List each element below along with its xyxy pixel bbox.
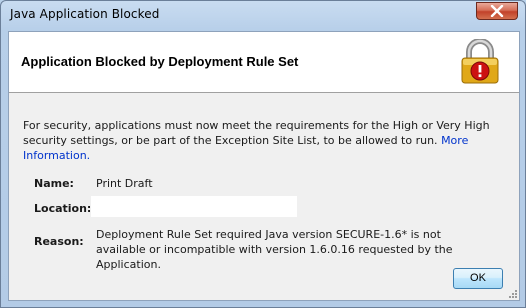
- name-value: Print Draft: [96, 177, 153, 190]
- close-icon: [490, 5, 504, 17]
- reason-label: Reason:: [34, 235, 84, 248]
- location-label: Location:: [34, 202, 92, 215]
- padlock-warning-icon: [461, 39, 499, 84]
- title-bar[interactable]: Java Application Blocked: [1, 1, 525, 31]
- dialog-header: Application Blocked by Deployment Rule S…: [9, 32, 519, 93]
- dialog-content: Application Blocked by Deployment Rule S…: [8, 31, 520, 301]
- security-message: For security, applications must now meet…: [23, 118, 493, 163]
- name-label: Name:: [34, 177, 74, 190]
- dialog-window: Java Application Blocked Application Blo…: [0, 0, 526, 308]
- window-title: Java Application Blocked: [10, 7, 160, 21]
- page-title: Application Blocked by Deployment Rule S…: [21, 54, 299, 69]
- reason-value: Deployment Rule Set required Java versio…: [96, 228, 453, 271]
- security-message-text: For security, applications must now meet…: [23, 119, 490, 147]
- resize-grip-icon[interactable]: [508, 289, 518, 299]
- close-button[interactable]: [476, 2, 518, 20]
- ok-button[interactable]: OK: [453, 268, 503, 289]
- location-value: [90, 195, 298, 218]
